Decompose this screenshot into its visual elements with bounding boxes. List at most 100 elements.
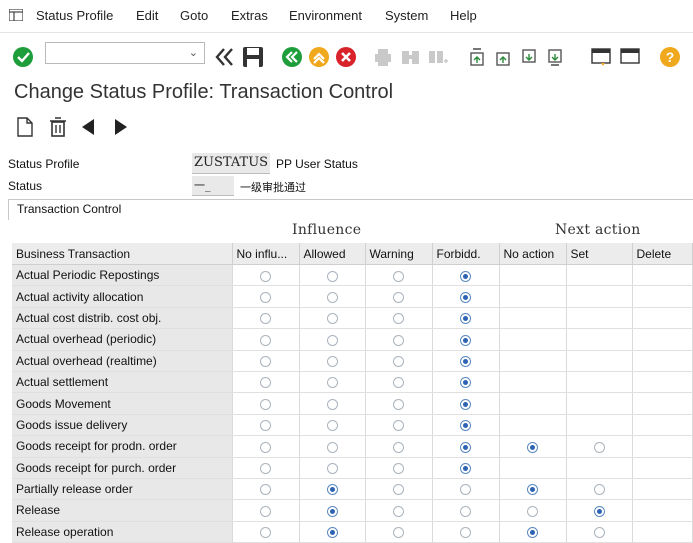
generate-shortcut-icon[interactable] [619,47,641,67]
influence-radio[interactable] [326,334,338,346]
influence-radio[interactable] [393,441,404,453]
previous-entry-icon[interactable] [80,118,96,136]
influence-radio[interactable] [393,420,404,432]
table-row: Goods receipt for prodn. order [12,435,693,458]
next-action-radio[interactable] [593,484,605,496]
influence-radio[interactable] [393,313,404,325]
column-header[interactable]: No influ... [232,243,300,265]
influence-radio[interactable] [460,270,471,282]
column-header[interactable]: Warning [365,243,433,265]
back-icon[interactable] [281,46,303,68]
influence-radio[interactable] [393,484,404,496]
new-entry-icon[interactable] [15,116,35,138]
influence-radio[interactable] [460,527,471,539]
influence-radio[interactable] [460,463,471,475]
influence-radio[interactable] [260,270,271,282]
influence-radio[interactable] [326,356,338,368]
column-header[interactable]: Delete [632,243,693,265]
next-entry-icon[interactable] [113,118,129,136]
menu-status-profile[interactable]: Status Profile [36,8,113,23]
save-icon[interactable] [242,46,264,68]
menu-help[interactable]: Help [450,8,477,23]
menu-edit[interactable]: Edit [136,8,158,23]
cancel-icon[interactable] [335,46,357,68]
influence-radio[interactable] [460,334,471,346]
influence-radio[interactable] [260,313,271,325]
influence-radio[interactable] [260,484,271,496]
influence-radio[interactable] [326,398,338,410]
influence-radio[interactable] [326,505,338,517]
influence-radio[interactable] [460,377,471,389]
status-profile-field[interactable]: ZUSTATUS [192,153,270,174]
influence-radio[interactable] [260,398,271,410]
menu-environment[interactable]: Environment [289,8,362,23]
influence-radio[interactable] [393,463,404,475]
column-header[interactable]: Forbidd. [432,243,500,265]
influence-radio[interactable] [393,377,404,389]
app-menu-icon[interactable] [9,9,23,21]
influence-radio[interactable] [326,527,338,539]
influence-radio[interactable] [393,505,404,517]
influence-radio[interactable] [260,291,271,303]
influence-radio[interactable] [326,270,338,282]
influence-radio[interactable] [260,334,271,346]
menu-system[interactable]: System [385,8,428,23]
help-icon[interactable]: ? [659,46,681,68]
influence-cell [232,371,300,394]
enter-icon[interactable] [12,46,34,68]
influence-radio[interactable] [326,484,338,496]
influence-cell [232,350,300,372]
next-action-radio[interactable] [527,484,538,496]
delete-icon[interactable] [48,116,68,138]
influence-radio[interactable] [326,291,338,303]
column-header[interactable]: Business Transaction [12,243,233,265]
next-action-radio[interactable] [527,527,538,539]
influence-radio[interactable] [460,313,471,325]
column-header[interactable]: No action [499,243,567,265]
influence-radio[interactable] [393,334,404,346]
influence-radio[interactable] [460,398,471,410]
influence-radio[interactable] [460,441,471,453]
influence-radio[interactable] [326,420,338,432]
influence-radio[interactable] [260,377,271,389]
create-session-icon[interactable] [590,47,612,67]
influence-cell [432,264,500,287]
menu-extras[interactable]: Extras [231,8,268,23]
business-transaction-cell: Actual overhead (periodic) [12,328,233,351]
column-header[interactable]: Set [566,243,633,265]
influence-radio[interactable] [260,441,271,453]
expand-toolbar-icon[interactable] [213,47,237,67]
influence-radio[interactable] [260,356,271,368]
influence-radio[interactable] [393,398,404,410]
influence-cell [232,435,300,458]
influence-radio[interactable] [326,313,338,325]
influence-radio[interactable] [460,484,471,496]
influence-radio[interactable] [393,270,404,282]
exit-icon[interactable] [308,46,330,68]
influence-radio[interactable] [393,356,404,368]
influence-radio[interactable] [460,505,471,517]
influence-radio[interactable] [326,377,338,389]
influence-radio[interactable] [460,291,471,303]
command-field[interactable]: ⌄ [45,42,205,64]
influence-radio[interactable] [326,463,338,475]
influence-radio[interactable] [460,356,471,368]
next-action-radio[interactable] [527,505,538,517]
influence-radio[interactable] [393,527,404,539]
influence-radio[interactable] [260,527,271,539]
influence-radio[interactable] [260,463,271,475]
next-action-radio[interactable] [593,527,605,539]
influence-radio[interactable] [260,505,271,517]
chevron-down-icon[interactable]: ⌄ [189,46,198,59]
influence-radio[interactable] [460,420,471,432]
menu-goto[interactable]: Goto [180,8,208,23]
influence-radio[interactable] [260,420,271,432]
status-field[interactable]: 一_ [192,176,234,196]
influence-cell [232,521,300,543]
next-action-radio[interactable] [527,441,538,453]
next-action-radio[interactable] [593,505,605,517]
next-action-radio[interactable] [593,441,605,453]
influence-radio[interactable] [326,441,338,453]
influence-radio[interactable] [393,291,404,303]
column-header[interactable]: Allowed [299,243,366,265]
